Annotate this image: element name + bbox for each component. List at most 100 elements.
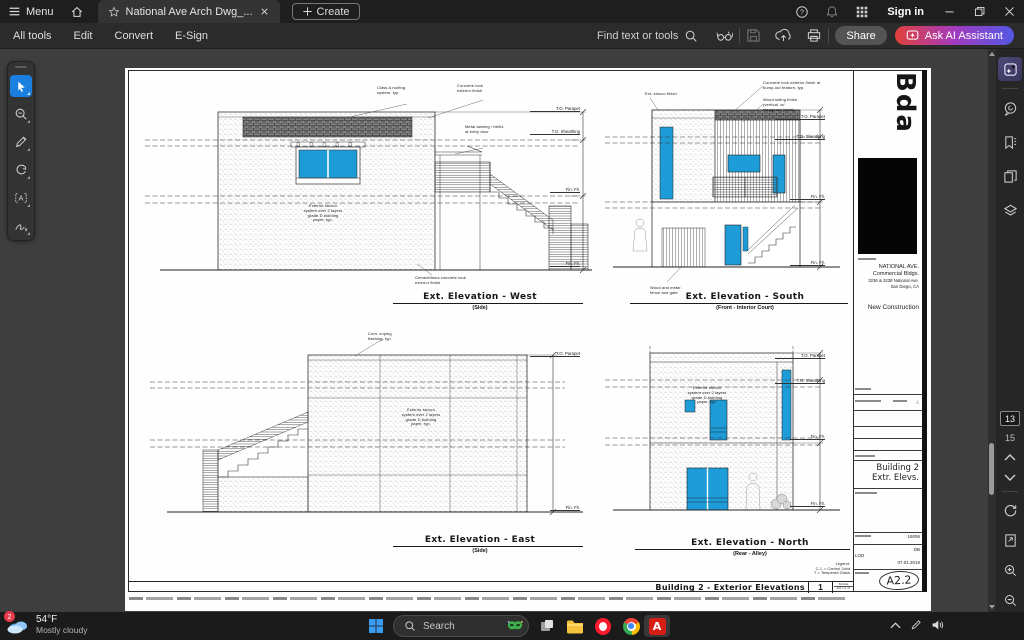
- project-name: NATIONAL AVE.: [853, 264, 919, 271]
- task-view-icon: [539, 618, 555, 634]
- close-tab-icon[interactable]: [259, 6, 270, 17]
- page-thumbnails-panel-button[interactable]: [998, 164, 1022, 188]
- toolbar-divider: [739, 28, 740, 43]
- project-status: New Construction: [853, 304, 919, 311]
- sign-in-button[interactable]: Sign in: [887, 6, 924, 18]
- weather-widget[interactable]: 2 54°F Mostly cloudy: [6, 614, 88, 636]
- eraser-icon: [14, 163, 28, 177]
- south-subtitle: (Front - Interior Court): [620, 305, 870, 311]
- ask-ai-button[interactable]: Ask AI Assistant: [895, 26, 1014, 45]
- previous-page-button[interactable]: [998, 449, 1022, 465]
- west-title: Ext. Elevation - West: [355, 292, 605, 302]
- hamburger-icon: [8, 5, 21, 18]
- convert-button[interactable]: Convert: [104, 30, 165, 42]
- pdf-page[interactable]: Class A roofing system, typ. Concrete lo…: [125, 68, 931, 611]
- sheet-number: A2.2: [886, 573, 912, 587]
- east-level-fin: Fin. Flr.: [550, 505, 580, 511]
- south-level-fin1: Fin. Flr.: [790, 194, 825, 200]
- notifications-button[interactable]: [817, 0, 847, 23]
- esign-button[interactable]: E-Sign: [164, 30, 219, 42]
- home-icon: [70, 5, 84, 19]
- west-subtitle: (Side): [355, 305, 605, 311]
- document-tab[interactable]: National Ave Arch Dwg_...: [98, 0, 280, 23]
- faux-text: [855, 492, 877, 494]
- scroll-down-arrow[interactable]: [989, 605, 995, 609]
- erase-tool-button[interactable]: [10, 159, 32, 181]
- north-level-parapet: T.O. Parapet: [775, 353, 825, 359]
- close-window-button[interactable]: [994, 0, 1024, 23]
- comments-panel-button[interactable]: [998, 96, 1022, 120]
- opera-button[interactable]: [590, 615, 616, 637]
- task-view-button[interactable]: [534, 615, 560, 637]
- restore-button[interactable]: [964, 0, 994, 23]
- volume-icon[interactable]: [931, 619, 944, 631]
- faux-text: [858, 258, 876, 260]
- draw-tool-button[interactable]: [10, 131, 32, 153]
- taskbar-search[interactable]: Search: [393, 615, 529, 637]
- create-button[interactable]: Create: [292, 3, 360, 20]
- zoom-out-button[interactable]: [998, 588, 1022, 612]
- share-button[interactable]: Share: [835, 26, 886, 45]
- south-callout-stucco: Ext. stucco finish: [645, 92, 677, 97]
- ai-assistant-panel-button[interactable]: [998, 57, 1022, 81]
- sheet-number-cloud: A2.2: [879, 570, 920, 591]
- titleblock-rule: [853, 488, 922, 489]
- current-page-input[interactable]: 13: [1000, 411, 1020, 426]
- faux-text: [855, 572, 869, 574]
- help-icon: ?: [795, 5, 809, 19]
- zoom-tool-button[interactable]: [10, 103, 32, 125]
- east-note-stucco: Exterior stucco system over 2 layers gra…: [383, 408, 459, 427]
- start-button[interactable]: [363, 615, 389, 637]
- rail-drag-handle[interactable]: [15, 66, 27, 68]
- windows-logo-icon: [368, 618, 384, 634]
- sheet-edge-bar: [922, 70, 927, 592]
- tray-chevron-up-icon[interactable]: [890, 621, 901, 630]
- acrobat-icon: A: [649, 618, 666, 635]
- read-aloud-button[interactable]: [716, 28, 733, 43]
- select-tool-button[interactable]: [10, 75, 32, 97]
- find-control[interactable]: Find text or tools: [597, 29, 698, 43]
- west-callout-awning: Metal awning / trellis at entry door: [465, 125, 503, 135]
- sign-tool-button[interactable]: [10, 215, 32, 237]
- cloud-upload-icon: [775, 28, 792, 43]
- file-explorer-button[interactable]: [562, 615, 588, 637]
- bookmarks-panel-button[interactable]: [998, 130, 1022, 154]
- next-page-button[interactable]: [998, 469, 1022, 485]
- fit-page-button[interactable]: [998, 528, 1022, 552]
- scroll-up-arrow[interactable]: [989, 52, 995, 56]
- acrobat-button[interactable]: A: [644, 615, 670, 637]
- apps-button[interactable]: [847, 0, 877, 23]
- print-button[interactable]: [806, 28, 822, 43]
- home-button[interactable]: [62, 0, 92, 23]
- sheet-footer-bar: Building 2 - Exterior Elevations 1 SCALE…: [129, 581, 853, 592]
- chrome-button[interactable]: [618, 615, 644, 637]
- svg-text:?: ?: [800, 9, 804, 16]
- zoom-in-button[interactable]: [998, 558, 1022, 582]
- upload-cloud-button[interactable]: [775, 28, 792, 43]
- all-tools-button[interactable]: All tools: [2, 30, 63, 42]
- sheet-disclaimer-faux-text: [129, 597, 845, 600]
- menu-button[interactable]: Menu: [0, 0, 62, 23]
- zoom-out-icon: [1003, 593, 1018, 608]
- north-title: Ext. Elevation - North: [625, 538, 875, 548]
- taskbar-search-placeholder: Search: [423, 621, 499, 632]
- save-button[interactable]: [746, 28, 761, 43]
- save-icon: [746, 28, 761, 43]
- help-button[interactable]: ?: [787, 0, 817, 23]
- east-level-parapet: T.O. Parapet: [530, 351, 580, 357]
- edit-button[interactable]: Edit: [63, 30, 104, 42]
- rotate-page-button[interactable]: [998, 498, 1022, 522]
- system-tray: [890, 619, 944, 631]
- south-level-fin2: Fin. Flr.: [790, 260, 825, 266]
- vertical-scrollbar[interactable]: [988, 49, 996, 612]
- acrobat-window: Menu National Ave Arch Dwg_... Create ? …: [0, 0, 1024, 640]
- app-grid-icon: [855, 5, 869, 19]
- pen-tray-icon[interactable]: [910, 619, 922, 631]
- layers-panel-button[interactable]: [998, 198, 1022, 222]
- scrollbar-thumb[interactable]: [989, 443, 994, 495]
- restore-icon: [973, 5, 986, 18]
- stamp-triangle: △: [916, 399, 919, 404]
- add-text-tool-button[interactable]: A: [10, 187, 32, 209]
- minimize-button[interactable]: [934, 0, 964, 23]
- star-icon: [108, 6, 120, 18]
